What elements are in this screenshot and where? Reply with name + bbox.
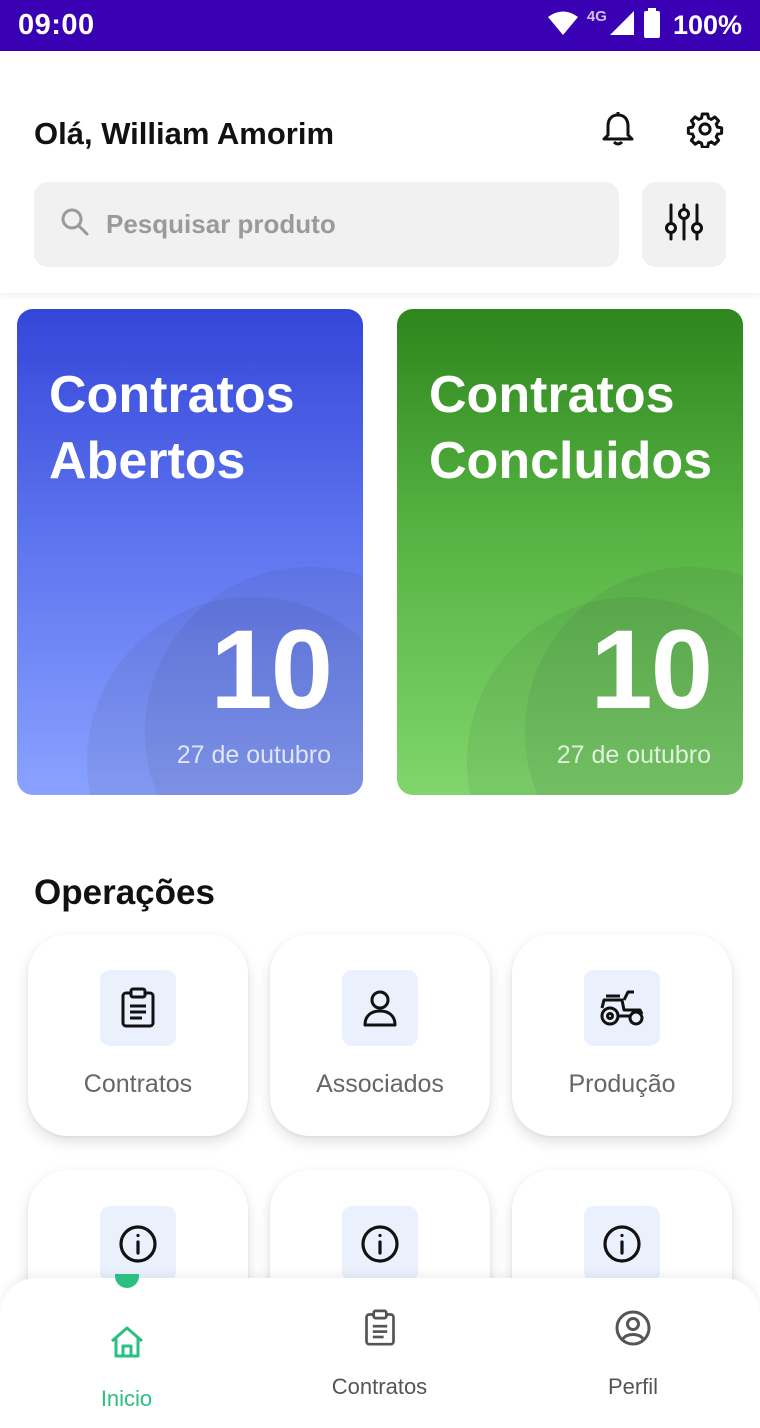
search-icon <box>60 207 90 242</box>
operation-label: Contratos <box>83 1070 193 1098</box>
user-circle-icon <box>613 1308 653 1348</box>
nav-item-contratos[interactable]: Contratos <box>253 1278 506 1428</box>
nav-label: Contratos <box>331 1374 428 1399</box>
nav-label: Inicio <box>100 1386 153 1411</box>
search-placeholder: Pesquisar produto <box>106 209 336 239</box>
operation-contracts-button[interactable]: Contratos <box>28 934 248 1136</box>
status-bar: 09:00 4G 100% <box>0 0 760 51</box>
search-input[interactable]: Pesquisar produto <box>34 182 619 267</box>
card-date: 27 de outubro <box>556 741 711 769</box>
operation-associates-button[interactable]: Associados <box>270 934 490 1136</box>
user-icon <box>342 970 418 1046</box>
card-title: Contratos Abertos <box>49 366 295 490</box>
card-date: 27 de outubro <box>176 741 331 769</box>
signal-icon <box>609 10 635 41</box>
bottom-navigation: Inicio Contratos Perfil <box>0 1274 760 1428</box>
info-icon <box>342 1206 418 1282</box>
nav-item-perfil[interactable]: Perfil <box>506 1278 760 1428</box>
card-count: 10 <box>590 607 713 732</box>
contracts-open-card[interactable]: Contratos Abertos 10 27 de outubro <box>17 309 363 795</box>
nav-label: Perfil <box>607 1374 659 1399</box>
wifi-icon <box>547 10 579 41</box>
filter-button[interactable] <box>642 182 726 267</box>
app-header: Olá, William Amorim Pesquisar produto <box>0 51 760 293</box>
operation-production-button[interactable]: Produção <box>512 934 732 1136</box>
tractor-icon <box>584 970 660 1046</box>
operation-label: Produção <box>568 1070 676 1098</box>
operations-title: Operações <box>34 873 215 912</box>
battery-icon <box>643 8 661 43</box>
battery-level: 100% <box>672 10 742 40</box>
contracts-completed-card[interactable]: Contratos Concluidos 10 27 de outubro <box>397 309 743 795</box>
status-icons: 4G 100% <box>547 8 742 43</box>
network-type: 4G <box>586 8 607 25</box>
clipboard-icon <box>100 970 176 1046</box>
greeting-title: Olá, William Amorim <box>34 116 335 151</box>
sliders-icon <box>663 201 705 248</box>
active-indicator <box>115 1274 139 1288</box>
notifications-bell-icon[interactable] <box>598 109 638 149</box>
card-count: 10 <box>210 607 333 732</box>
settings-gear-icon[interactable] <box>685 109 725 149</box>
info-icon <box>584 1206 660 1282</box>
card-title: Contratos Concluidos <box>429 366 713 490</box>
nav-item-inicio[interactable]: Inicio <box>0 1274 253 1428</box>
home-icon <box>107 1322 147 1362</box>
clipboard-icon <box>360 1308 400 1348</box>
operation-label: Associados <box>316 1070 444 1098</box>
status-time: 09:00 <box>18 9 95 41</box>
info-icon <box>100 1206 176 1282</box>
